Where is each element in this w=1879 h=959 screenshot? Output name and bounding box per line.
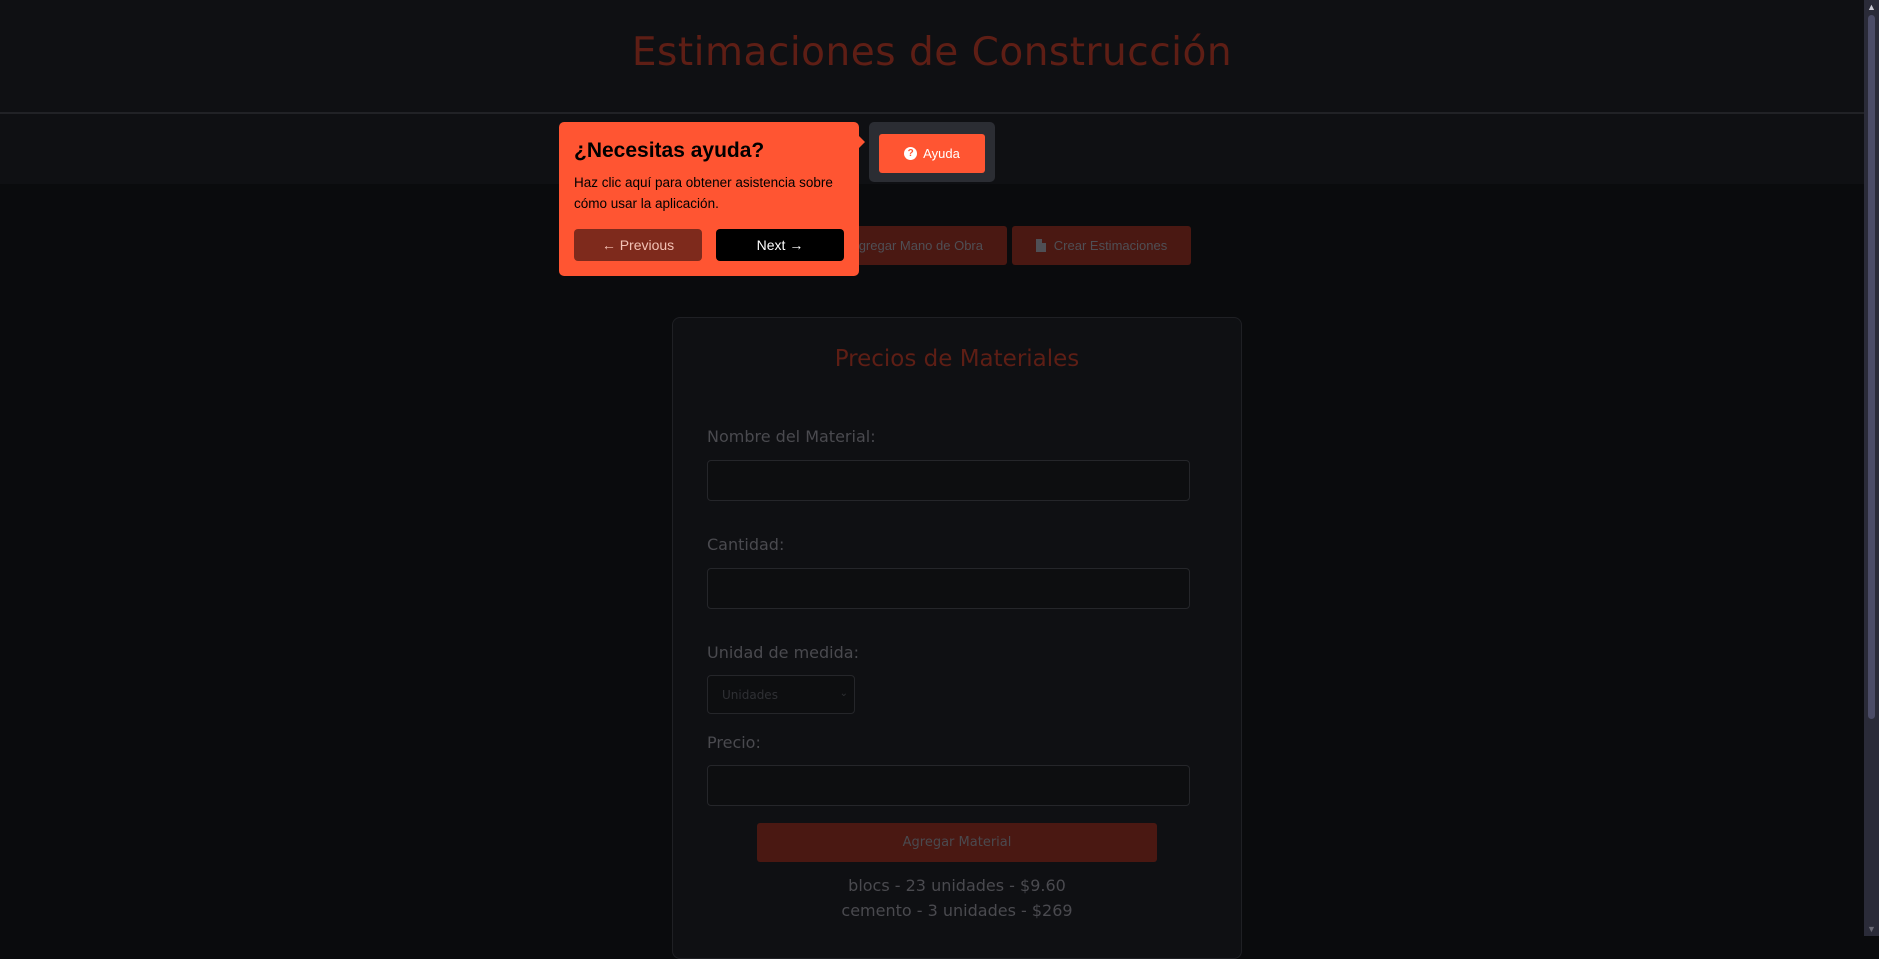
card-title: Precios de Materiales <box>834 346 1080 372</box>
scroll-down-arrow-icon[interactable]: ▼ <box>1864 922 1879 936</box>
create-estimates-label: Crear Estimaciones <box>1053 238 1168 253</box>
tour-body: Haz clic aquí para obtener asistencia so… <box>574 175 833 211</box>
tour-previous-button[interactable]: ← Previous <box>574 229 702 261</box>
materials-card <box>672 317 1242 959</box>
scroll-up-arrow-icon[interactable]: ▲ <box>1864 0 1879 14</box>
scrollbar-thumb[interactable] <box>1868 15 1875 719</box>
quantity-label: Cantidad: <box>707 535 785 554</box>
help-button-label: Ayuda <box>923 146 960 161</box>
tour-title: ¿Necesitas ayuda? <box>574 139 765 162</box>
price-label: Precio: <box>707 733 761 752</box>
unit-label: Unidad de medida: <box>707 643 859 662</box>
material-list-item: blocs - 23 unidades - $9.60 <box>848 876 1066 895</box>
unit-select[interactable]: Unidades ⌄ <box>707 675 855 714</box>
material-list-item: cemento - 3 unidades - $269 <box>841 901 1073 920</box>
tour-next-button[interactable]: Next → <box>716 229 844 261</box>
material-name-input[interactable] <box>707 460 1190 501</box>
price-input[interactable] <box>707 765 1190 806</box>
tour-popover: ¿Necesitas ayuda? Haz clic aquí para obt… <box>559 122 865 276</box>
file-invoice-icon <box>1035 239 1046 252</box>
chevron-down-icon: ⌄ <box>839 688 848 699</box>
add-material-button[interactable]: Agregar Material <box>757 823 1157 862</box>
app-header: Estimaciones de Construcción <box>0 0 1864 114</box>
create-estimates-button[interactable]: Crear Estimaciones <box>1012 226 1191 265</box>
question-circle-icon: ? <box>904 147 918 160</box>
vertical-scrollbar[interactable]: ▲ ▼ <box>1864 0 1879 936</box>
help-button[interactable]: ? Ayuda <box>879 134 985 173</box>
material-name-label: Nombre del Material: <box>707 427 876 446</box>
quantity-input[interactable] <box>707 568 1190 609</box>
page-title: Estimaciones de Construcción <box>631 30 1233 75</box>
unit-select-value: Unidades <box>722 687 778 702</box>
add-labor-label: Agregar Mano de Obra <box>850 238 983 253</box>
